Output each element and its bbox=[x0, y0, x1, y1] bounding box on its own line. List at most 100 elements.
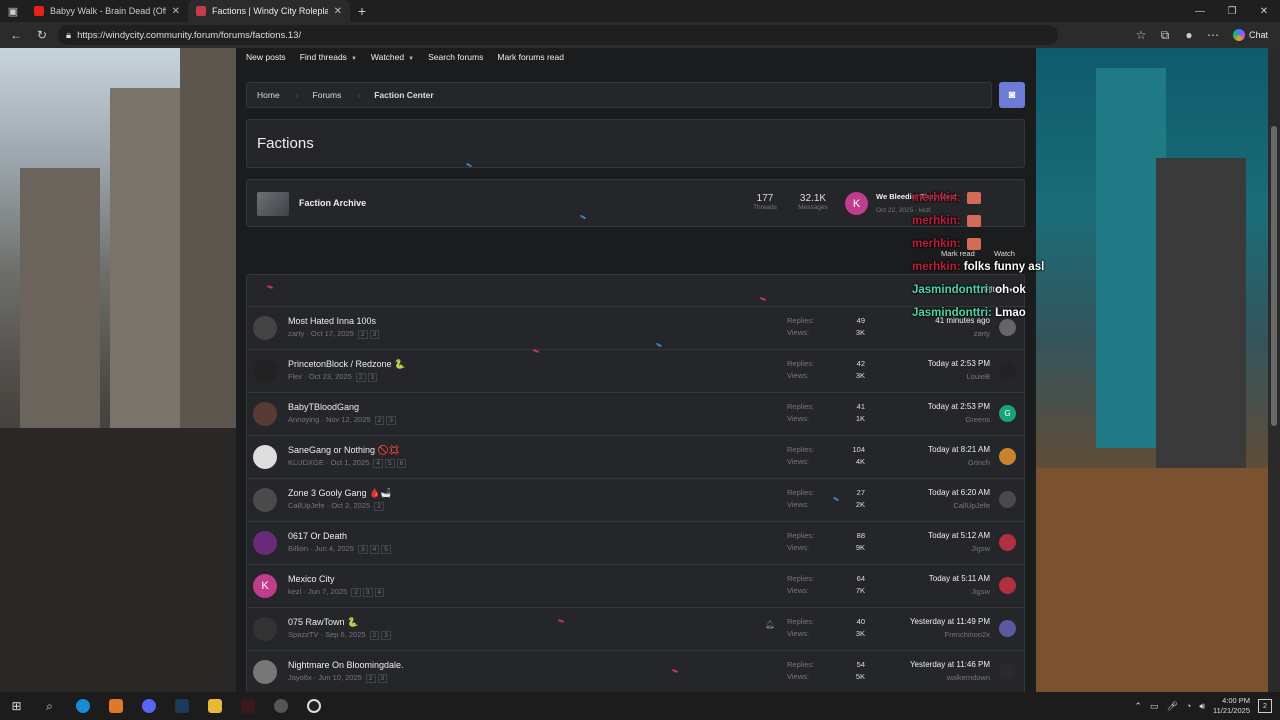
avatar[interactable] bbox=[999, 448, 1016, 465]
thread-title[interactable]: Most Hated Inna 100s bbox=[288, 316, 376, 326]
page-link[interactable]: 2 bbox=[374, 502, 384, 511]
scrollbar-thumb[interactable] bbox=[1271, 126, 1277, 426]
avatar[interactable] bbox=[253, 316, 277, 340]
edge-icon[interactable] bbox=[66, 692, 99, 720]
last-post-user[interactable]: Frenchinoo2x bbox=[945, 630, 990, 639]
last-post-user[interactable]: zarty bbox=[974, 329, 990, 338]
last-post-time[interactable]: Today at 5:12 AM bbox=[928, 531, 990, 540]
page-link[interactable]: 4 bbox=[373, 459, 384, 468]
thread-title[interactable]: SaneGang or Nothing 🚫💢 bbox=[288, 445, 400, 456]
new-posts-link[interactable]: New posts bbox=[246, 52, 286, 62]
page-link[interactable]: 3 bbox=[357, 545, 368, 554]
avatar[interactable] bbox=[999, 491, 1016, 508]
table-row[interactable]: Most Hated Inna 100s zarty · Oct 17, 202… bbox=[247, 307, 1024, 350]
extensions-icon[interactable]: ⧉ bbox=[1155, 25, 1175, 45]
last-post-time[interactable]: Today at 2:53 PM bbox=[928, 359, 990, 368]
avatar[interactable] bbox=[253, 660, 277, 684]
search-icon[interactable]: ⌕ bbox=[33, 692, 66, 720]
start-icon[interactable]: ⊞ bbox=[0, 692, 33, 720]
last-post-user[interactable]: walkemdown bbox=[947, 673, 990, 682]
avatar[interactable]: K bbox=[845, 192, 868, 215]
address-bar[interactable]: 🔒︎ https://windycity.community.forum/for… bbox=[58, 25, 1058, 45]
breadcrumb-home[interactable]: Home bbox=[257, 90, 296, 100]
thread-title[interactable]: Nightmare On Bloomingdale. bbox=[288, 660, 404, 670]
chevron-up-icon[interactable]: ⌃ bbox=[1134, 701, 1142, 712]
avatar[interactable] bbox=[253, 359, 277, 383]
archive-title[interactable]: Faction Archive bbox=[299, 198, 366, 208]
avatar[interactable] bbox=[999, 620, 1016, 637]
avatar[interactable] bbox=[999, 534, 1016, 551]
more-icon[interactable]: ⋯ bbox=[1203, 25, 1223, 45]
last-post-user[interactable]: Greens bbox=[965, 415, 990, 424]
table-row[interactable]: Zone 3 Gooly Gang 🩸🛁 CallUpJefe · Oct 2,… bbox=[247, 479, 1024, 522]
avatar[interactable] bbox=[999, 577, 1016, 594]
thread-title[interactable]: Mexico City bbox=[288, 574, 335, 584]
close-tab-icon[interactable]: ✕ bbox=[172, 6, 180, 17]
table-row[interactable]: Nightmare On Bloomingdale. Jayo6x · Jun … bbox=[247, 651, 1024, 692]
search-forums-link[interactable]: Search forums bbox=[428, 52, 483, 62]
page-link[interactable]: 3 bbox=[369, 330, 380, 339]
find-threads-link[interactable]: Find threads ▼ bbox=[300, 52, 357, 62]
page-link[interactable]: 6 bbox=[396, 459, 407, 468]
page-link[interactable]: 2 bbox=[374, 416, 385, 425]
minimize-icon[interactable]: — bbox=[1184, 0, 1216, 22]
restore-icon[interactable]: ❐ bbox=[1216, 0, 1248, 22]
table-row[interactable]: PrincetonBlock / Redzone 🐍 Flex · Oct 23… bbox=[247, 350, 1024, 393]
microphone-icon[interactable]: 🎤︎ bbox=[1166, 701, 1177, 712]
tab-factions[interactable]: Factions | Windy City Roleplay ✕ bbox=[188, 0, 350, 22]
table-row[interactable]: SaneGang or Nothing 🚫💢 KLUDXGE · Oct 1, … bbox=[247, 436, 1024, 479]
page-link[interactable]: 2 bbox=[355, 373, 366, 382]
avatar[interactable] bbox=[253, 402, 277, 426]
watched-link[interactable]: Watched ▼ bbox=[371, 52, 414, 62]
breadcrumb-forums[interactable]: Forums bbox=[313, 90, 358, 100]
discord-button[interactable]: ◙ bbox=[999, 82, 1025, 108]
close-tab-icon[interactable]: ✕ bbox=[334, 6, 342, 17]
steam-icon[interactable] bbox=[165, 692, 198, 720]
last-post-time[interactable]: Today at 5:11 AM bbox=[929, 574, 990, 583]
page-link[interactable]: 2 bbox=[365, 674, 376, 683]
page-link[interactable]: 2 bbox=[369, 631, 380, 640]
network-icon[interactable]: ▭ bbox=[1150, 701, 1159, 712]
page-link[interactable]: 3 bbox=[386, 416, 396, 425]
avatar[interactable] bbox=[999, 319, 1016, 336]
page-link[interactable]: 3 bbox=[381, 631, 391, 640]
copilot-chat-button[interactable]: Chat bbox=[1227, 29, 1274, 41]
avatar[interactable] bbox=[253, 445, 277, 469]
refresh-icon[interactable]: ↻ bbox=[32, 25, 52, 45]
avatar[interactable]: G bbox=[999, 405, 1016, 422]
avatar[interactable]: K bbox=[253, 574, 277, 598]
volume-icon[interactable]: 🔊︎ bbox=[1199, 701, 1205, 712]
faction-archive-node[interactable]: Faction Archive 177 Threads 32.1K Messag… bbox=[246, 179, 1025, 227]
mark-forums-read-link[interactable]: Mark forums read bbox=[497, 52, 564, 62]
profile-icon[interactable]: ● bbox=[1179, 25, 1199, 45]
page-scrollbar[interactable] bbox=[1268, 48, 1280, 692]
page-link[interactable]: 3 bbox=[362, 588, 373, 597]
page-link[interactable]: 3 bbox=[377, 674, 388, 683]
thread-title[interactable]: BabyTBloodGang bbox=[288, 402, 359, 412]
notifications-icon[interactable]: 2 bbox=[1258, 699, 1272, 713]
last-post-time[interactable]: Today at 6:20 AM bbox=[928, 488, 990, 497]
wifi-icon[interactable]: ◔ bbox=[1186, 701, 1191, 711]
last-post-time[interactable]: Yesterday at 11:49 PM bbox=[910, 617, 990, 626]
recording-app-icon[interactable] bbox=[264, 692, 297, 720]
window-menu-icon[interactable]: ▣ bbox=[0, 0, 26, 22]
app-icon[interactable] bbox=[99, 692, 132, 720]
page-link[interactable]: 3 bbox=[367, 373, 378, 382]
avatar[interactable] bbox=[253, 531, 277, 555]
last-post-time[interactable]: Today at 2:53 PM bbox=[928, 402, 990, 411]
mark-read-button[interactable]: Mark read bbox=[941, 249, 975, 258]
thread-title[interactable]: 0617 Or Death bbox=[288, 531, 347, 541]
table-row[interactable]: 075 RawTown 🐍 SpazzTV · Sep 6, 2025 23 🔔… bbox=[247, 608, 1024, 651]
close-window-icon[interactable]: ✕ bbox=[1248, 0, 1280, 22]
discord-taskbar-icon[interactable] bbox=[132, 692, 165, 720]
thread-title[interactable]: Zone 3 Gooly Gang 🩸🛁 bbox=[288, 488, 391, 499]
watch-button[interactable]: Watch bbox=[994, 249, 1015, 258]
obs-icon[interactable] bbox=[297, 692, 330, 720]
avatar[interactable] bbox=[253, 488, 277, 512]
last-post-user[interactable]: Jigsw bbox=[971, 544, 990, 553]
avatar[interactable] bbox=[253, 617, 277, 641]
page-link[interactable]: 5 bbox=[381, 545, 391, 554]
table-row[interactable]: 0617 Or Death Billion · Jun 4, 2025 345 … bbox=[247, 522, 1024, 565]
tab-youtube[interactable]: Babyy Walk - Brain Dead (Officia ✕ bbox=[26, 0, 188, 22]
new-tab-button[interactable]: + bbox=[350, 0, 374, 22]
